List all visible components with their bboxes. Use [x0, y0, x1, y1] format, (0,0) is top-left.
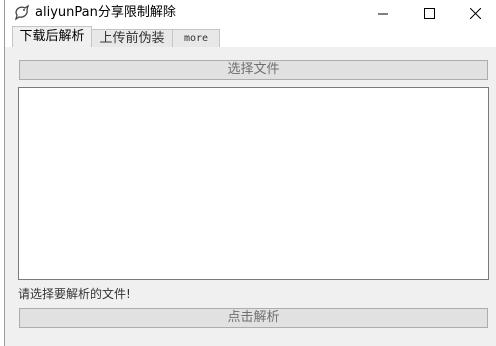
app-window: aliyunPan分享限制解除 下载后解析 上传前伪装 more 选择文件 请选… [4, 0, 496, 346]
edge-glyph [0, 165, 3, 175]
tab-parse-after-download[interactable]: 下载后解析 [12, 26, 92, 47]
maximize-icon [423, 4, 435, 23]
title-bar: aliyunPan分享限制解除 [5, 0, 496, 26]
close-button[interactable] [452, 0, 496, 26]
output-textarea[interactable] [18, 87, 489, 280]
minimize-icon [377, 4, 389, 23]
maximize-button[interactable] [406, 0, 452, 26]
close-icon [469, 4, 481, 23]
window-title: aliyunPan分享限制解除 [35, 5, 176, 20]
tab-more[interactable]: more [172, 29, 220, 47]
select-file-button[interactable]: 选择文件 [19, 60, 488, 80]
bird-icon [13, 3, 31, 21]
tab-disguise-before-upload[interactable]: 上传前伪装 [91, 29, 173, 47]
minimize-button[interactable] [360, 0, 406, 26]
tab-strip: 下载后解析 上传前伪装 more [5, 26, 496, 47]
tab-panel: 选择文件 请选择要解析的文件! 点击解析 [12, 47, 490, 339]
parse-button[interactable]: 点击解析 [19, 308, 488, 328]
status-label: 请选择要解析的文件! [18, 287, 131, 301]
